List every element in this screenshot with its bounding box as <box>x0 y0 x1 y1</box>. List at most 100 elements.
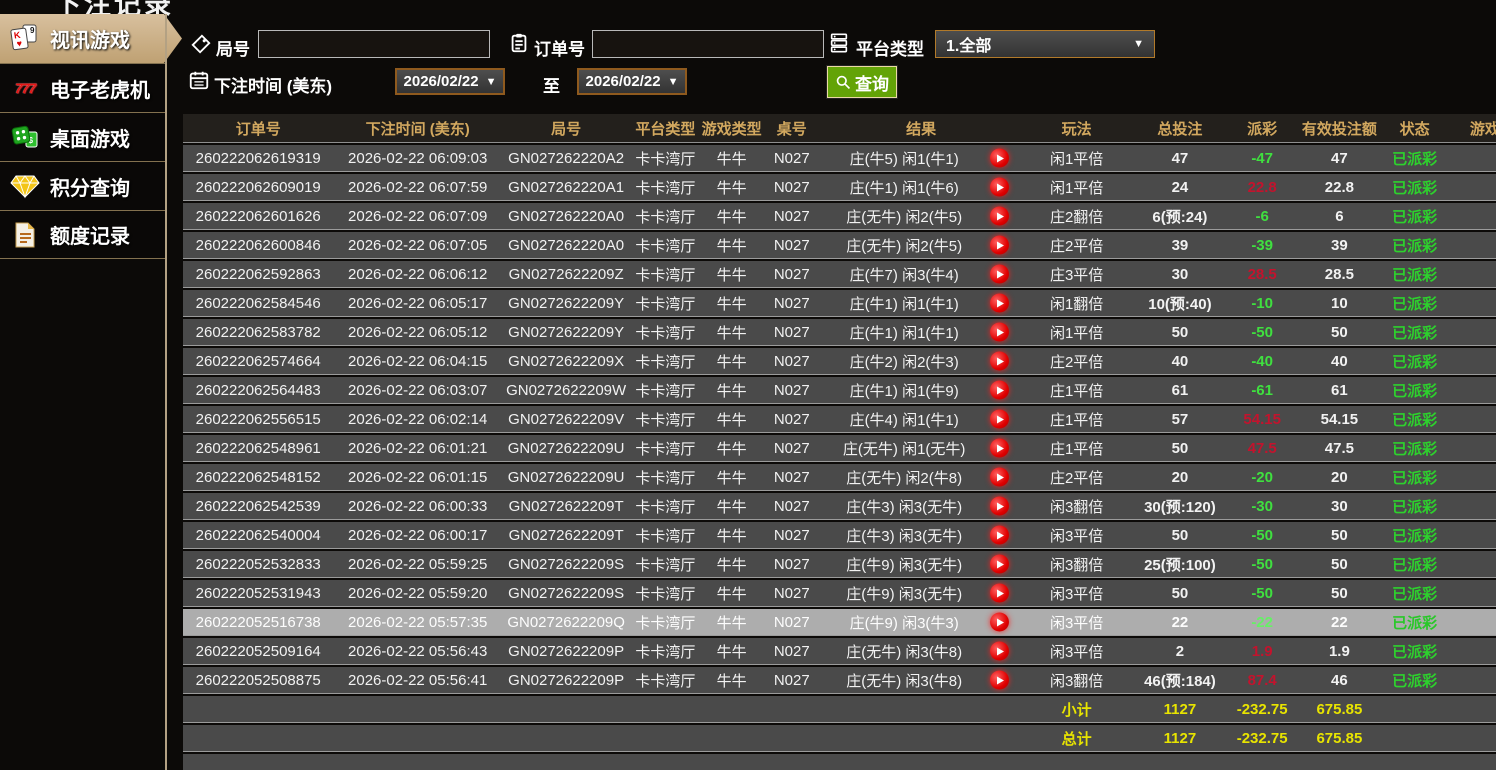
replay-play-icon[interactable] <box>990 294 1009 313</box>
replay-play-icon[interactable] <box>990 584 1009 603</box>
platform-type-label: 平台类型 <box>856 35 924 60</box>
total-bet-cell: 50 <box>1132 580 1228 607</box>
total-bet-cell: 46(预:184) <box>1132 667 1228 694</box>
playing-cards-icon: 9 K ♥ <box>8 24 42 54</box>
replay-play-icon[interactable] <box>990 149 1009 168</box>
table-row[interactable]: 2602220625481522026-02-22 06:01:15GN0272… <box>183 464 1496 491</box>
replay-play-icon[interactable] <box>990 352 1009 371</box>
table-row[interactable]: 2602220525088752026-02-22 05:56:41GN0272… <box>183 667 1496 694</box>
table-row[interactable]: 2602220525319432026-02-22 05:59:20GN0272… <box>183 580 1496 607</box>
payout-cell: -6 <box>1228 203 1296 230</box>
table-row[interactable]: 2602220625928632026-02-22 06:06:12GN0272… <box>183 261 1496 288</box>
replay-play-icon[interactable] <box>990 178 1009 197</box>
game-type-cell <box>701 696 763 723</box>
date-from-select[interactable]: 2026/02/22 ▼ <box>395 68 505 95</box>
order-cell: 260222052508875 <box>183 667 333 694</box>
replay-play-icon[interactable] <box>990 265 1009 284</box>
table-row[interactable]: 2602220626193192026-02-22 06:09:03GN0272… <box>183 145 1496 172</box>
empty-row <box>183 754 1496 770</box>
total-row-label: 总计 <box>1021 725 1131 752</box>
table-row[interactable]: 2602220525167382026-02-22 05:57:35GN0272… <box>183 609 1496 636</box>
points-gem-icon <box>8 171 42 201</box>
bet-time-cell <box>333 696 502 723</box>
sidebar-item-quota[interactable]: 额度记录 <box>0 210 165 259</box>
game-cell <box>1447 667 1496 694</box>
table-row[interactable]: 2602220626016262026-02-22 06:07:09GN0272… <box>183 203 1496 230</box>
replay-play-icon[interactable] <box>990 381 1009 400</box>
order-no-input[interactable] <box>592 30 824 58</box>
table-row[interactable]: 2602220625644832026-02-22 06:03:07GN0272… <box>183 377 1496 404</box>
replay-play-icon[interactable] <box>990 526 1009 545</box>
table-row[interactable]: 2602220626008462026-02-22 06:07:05GN0272… <box>183 232 1496 259</box>
sidebar-item-video-games[interactable]: 9 K ♥ 视讯游戏 <box>0 14 182 63</box>
total-bet-cell: 30 <box>1132 261 1228 288</box>
status-cell: 已派彩 <box>1383 638 1447 665</box>
round-cell: GN0272622209S <box>502 580 630 607</box>
result-cell: 庄(牛7) 闲3(牛4) <box>821 261 1022 288</box>
table-row[interactable]: 2602220625837822026-02-22 06:05:12GN0272… <box>183 319 1496 346</box>
round-cell: GN0272622209S <box>502 551 630 578</box>
search-button[interactable]: 查询 <box>827 66 897 98</box>
play-type-cell: 闲3平倍 <box>1021 580 1131 607</box>
game-cell <box>1447 435 1496 462</box>
round-no-input[interactable] <box>258 30 490 58</box>
result-cell: 庄(牛1) 闲1(牛6) <box>821 174 1022 201</box>
replay-play-icon[interactable] <box>990 468 1009 487</box>
replay-play-icon[interactable] <box>990 497 1009 516</box>
platform-stack-icon <box>828 32 850 59</box>
table-header-round-cell: 局号 <box>502 114 630 143</box>
table-row[interactable]: 2602220625489612026-02-22 06:01:21GN0272… <box>183 435 1496 462</box>
bet-time-cell: 2026-02-22 05:57:35 <box>333 609 502 636</box>
replay-play-icon[interactable] <box>990 410 1009 429</box>
replay-play-icon[interactable] <box>990 236 1009 255</box>
result-cell: 庄(无牛) 闲2(牛5) <box>821 232 1022 259</box>
sidebar-item-table-games[interactable]: $ 桌面游戏 <box>0 112 165 161</box>
date-to-select[interactable]: 2026/02/22 ▼ <box>577 68 687 95</box>
total-bet-cell: 25(预:100) <box>1132 551 1228 578</box>
table-row[interactable]: 2602220625400042026-02-22 06:00:17GN0272… <box>183 522 1496 549</box>
valid-bet-cell: 39 <box>1296 232 1382 259</box>
order-cell: 260222062556515 <box>183 406 333 433</box>
game-type-cell: 牛牛 <box>701 667 763 694</box>
date-to-value: 2026/02/22 <box>586 73 661 90</box>
table-row[interactable]: 2602220625425392026-02-22 06:00:33GN0272… <box>183 493 1496 520</box>
play-type-cell: 庄2平倍 <box>1021 232 1131 259</box>
replay-play-icon[interactable] <box>990 207 1009 226</box>
valid-bet-cell: 1.9 <box>1296 638 1382 665</box>
table-row[interactable]: 2602220525091642026-02-22 05:56:43GN0272… <box>183 638 1496 665</box>
platform-type-select[interactable]: 1.全部 ▼ <box>935 30 1155 58</box>
replay-play-icon[interactable] <box>990 613 1009 632</box>
total-bet-cell: 50 <box>1132 522 1228 549</box>
sidebar-item-points[interactable]: 积分查询 <box>0 161 165 210</box>
sidebar-divider <box>165 14 167 770</box>
table-row[interactable]: 2602220625746642026-02-22 06:04:15GN0272… <box>183 348 1496 375</box>
total-bet-cell: 61 <box>1132 377 1228 404</box>
table-no-cell: N027 <box>763 638 821 665</box>
table-row[interactable]: 2602220625565152026-02-22 06:02:14GN0272… <box>183 406 1496 433</box>
game-cell <box>1447 551 1496 578</box>
table-row[interactable]: 2602220626090192026-02-22 06:07:59GN0272… <box>183 174 1496 201</box>
round-cell: GN0272622209W <box>502 377 630 404</box>
total-row-payout: -232.75 <box>1228 725 1296 752</box>
platform-cell: 卡卡湾厅 <box>630 319 700 346</box>
table-row[interactable]: 2602220625845462026-02-22 06:05:17GN0272… <box>183 290 1496 317</box>
table-header-status-cell: 状态 <box>1383 114 1447 143</box>
replay-play-icon[interactable] <box>990 323 1009 342</box>
payout-cell: 22.8 <box>1228 174 1296 201</box>
total-bet-cell: 20 <box>1132 464 1228 491</box>
platform-cell: 卡卡湾厅 <box>630 290 700 317</box>
game-cell <box>1447 696 1496 723</box>
game-type-cell: 牛牛 <box>701 609 763 636</box>
status-cell: 已派彩 <box>1383 203 1447 230</box>
replay-play-icon[interactable] <box>990 555 1009 574</box>
platform-cell: 卡卡湾厅 <box>630 435 700 462</box>
replay-play-icon[interactable] <box>990 642 1009 661</box>
table-row[interactable]: 2602220525328332026-02-22 05:59:25GN0272… <box>183 551 1496 578</box>
status-cell <box>1383 754 1447 770</box>
platform-cell <box>630 696 700 723</box>
replay-play-icon[interactable] <box>990 439 1009 458</box>
replay-play-icon[interactable] <box>990 671 1009 690</box>
bet-time-cell <box>333 754 502 770</box>
sidebar-item-slots[interactable]: 777 电子老虎机 <box>0 63 165 112</box>
bet-time-cell: 2026-02-22 06:05:17 <box>333 290 502 317</box>
